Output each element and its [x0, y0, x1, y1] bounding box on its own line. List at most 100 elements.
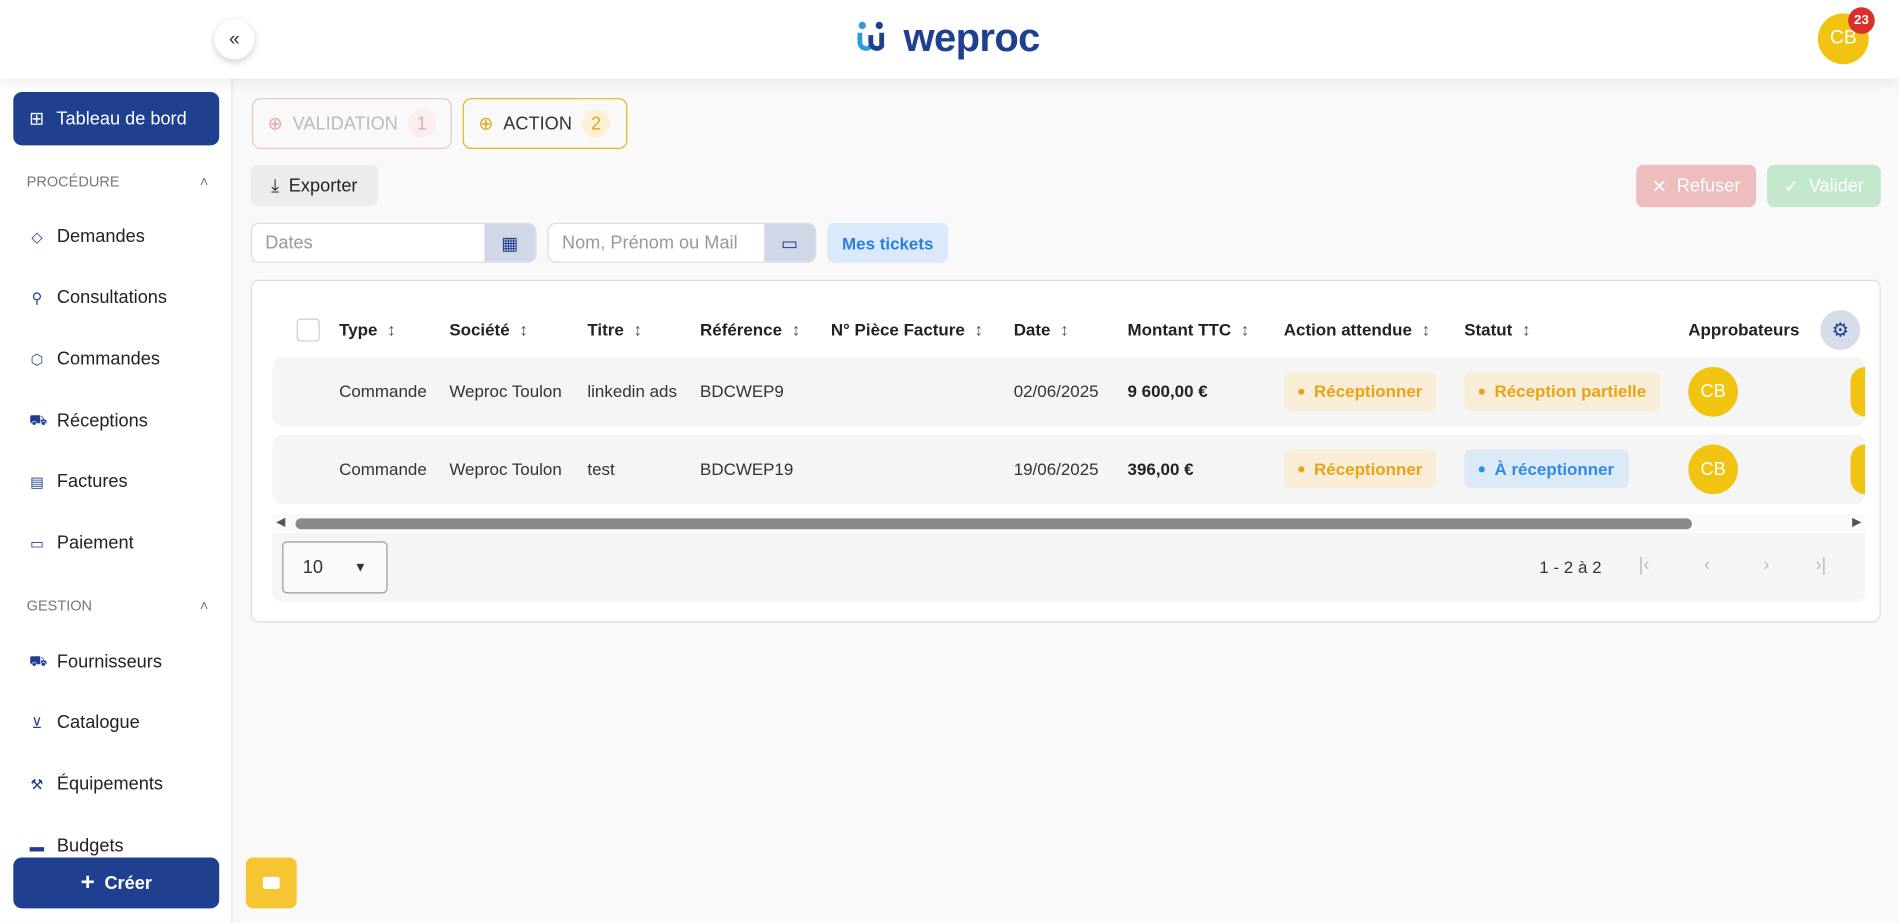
sidebar-item-equipements[interactable]: ⚒ Équipements: [29, 774, 163, 795]
action-chip: Réceptionner: [1283, 449, 1437, 489]
last-page-icon[interactable]: ›|: [1815, 555, 1826, 576]
validate-button[interactable]: ✓ Valider: [1766, 164, 1881, 208]
chat-icon: [262, 876, 280, 889]
calendar-icon[interactable]: ▦: [484, 224, 536, 262]
label: Date: [1013, 319, 1051, 340]
cell-date: 02/06/2025: [1013, 381, 1099, 401]
cell-company: Weproc Toulon: [449, 459, 562, 479]
plus-icon: +: [80, 868, 95, 896]
sort-icon: ↕: [387, 319, 396, 340]
select-all-checkbox[interactable]: [296, 318, 320, 342]
section-procedure[interactable]: PROCÉDURE ˄: [27, 173, 209, 190]
approver-avatar[interactable]: CB: [1688, 444, 1738, 495]
label: Réceptionner: [1314, 459, 1423, 479]
sort-icon: ↕: [1240, 319, 1250, 340]
name-search-input[interactable]: Nom, Prénom ou Mail ▭: [547, 222, 817, 263]
status-badge: Réception partielle: [1464, 371, 1661, 411]
prev-page-icon[interactable]: ‹: [1704, 555, 1710, 576]
tab-action[interactable]: ⊕ ACTION 2: [462, 98, 628, 149]
scroll-right-icon[interactable]: ▶: [1852, 516, 1861, 529]
dashboard-icon: ⊞: [29, 108, 45, 130]
column-header-status[interactable]: Statut ↕: [1464, 320, 1530, 339]
cell-reference: BDCWEP19: [700, 459, 794, 479]
file-icon: ▤: [30, 472, 44, 490]
horizontal-scrollbar[interactable]: ◀ ▶: [272, 513, 1866, 533]
my-tickets-button[interactable]: Mes tickets: [827, 222, 949, 263]
create-button[interactable]: + Créer: [13, 857, 220, 909]
label: Créer: [104, 872, 152, 894]
search-icon: ⚲: [31, 288, 43, 306]
sidebar-item-commandes[interactable]: ⬡ Commandes: [29, 349, 160, 370]
sort-icon: ↕: [519, 319, 528, 340]
export-button[interactable]: ⤓ Exporter: [250, 164, 378, 206]
section-title: GESTION: [26, 597, 93, 615]
scroll-left-icon[interactable]: ◀: [276, 516, 285, 529]
label: Exporter: [288, 175, 358, 196]
table-row[interactable]: Commande Weproc Toulon test BDCWEP19 19/…: [272, 434, 1866, 504]
section-title: PROCÉDURE: [26, 173, 120, 191]
cell-type: Commande: [339, 459, 427, 479]
sidebar-item-budgets[interactable]: ▬ Budgets: [29, 836, 124, 857]
label: Statut: [1464, 319, 1513, 340]
brand-name: weproc: [903, 14, 1040, 60]
gear-icon[interactable]: ⚙: [1820, 310, 1861, 351]
label: Référence: [700, 319, 783, 340]
label: Paiement: [56, 532, 134, 554]
label: Approbateurs: [1688, 319, 1800, 340]
scrollbar-thumb[interactable]: [295, 518, 1692, 530]
sidebar-item-factures[interactable]: ▤ Factures: [29, 471, 128, 492]
page-size-select[interactable]: 10 ▼: [282, 541, 388, 594]
orders-table: Type ↕ Société ↕ Titre ↕ Référence ↕ N° Pièc…: [250, 279, 1881, 623]
sort-icon: ↕: [1421, 319, 1431, 340]
label: Type: [339, 319, 378, 340]
wallet-icon: ▬: [29, 837, 45, 855]
column-header-invoice[interactable]: N° Pièce Facture ↕: [831, 320, 983, 339]
chevron-up-icon: ˄: [199, 173, 209, 191]
tab-validation[interactable]: ⊕ VALIDATION 1: [251, 98, 452, 149]
next-page-icon[interactable]: ›: [1763, 555, 1769, 576]
label: Budgets: [56, 835, 124, 857]
dates-input[interactable]: Dates ▦: [250, 222, 537, 263]
logo[interactable]: weproc: [855, 15, 1040, 61]
sidebar-item-catalogue[interactable]: ⊻ Catalogue: [29, 712, 140, 733]
circle-arrow-icon: ⊕: [478, 113, 494, 135]
column-header-date[interactable]: Date ↕: [1014, 320, 1069, 339]
sidebar-item-paiement[interactable]: ▭ Paiement: [29, 533, 134, 554]
cell-reference: BDCWEP9: [700, 381, 784, 401]
tag-icon: ◇: [31, 228, 43, 246]
sidebar-item-fournisseurs[interactable]: ⛟ Fournisseurs: [29, 652, 162, 673]
sort-icon: ↕: [974, 319, 983, 340]
folder-icon[interactable]: ▭: [764, 224, 816, 262]
cell-title: linkedin ads: [587, 381, 677, 401]
caret-down-icon: ▼: [353, 560, 367, 575]
sort-icon: ↕: [1521, 319, 1531, 340]
chat-button[interactable]: [245, 857, 297, 909]
dot-icon: [1478, 388, 1485, 395]
column-header-reference[interactable]: Référence ↕: [700, 320, 800, 339]
collapse-sidebar-button[interactable]: «: [214, 19, 255, 60]
cell-type: Commande: [339, 381, 427, 401]
column-header-title[interactable]: Titre ↕: [587, 320, 642, 339]
tab-count: 2: [581, 108, 611, 139]
sidebar-item-receptions[interactable]: ⛟ Réceptions: [29, 411, 148, 432]
cell-amount: 9 600,00 €: [1127, 381, 1208, 401]
column-header-company[interactable]: Société ↕: [449, 320, 527, 339]
cell-company: Weproc Toulon: [449, 381, 562, 401]
column-header-amount[interactable]: Montant TTC ↕: [1128, 320, 1250, 339]
cart-icon: ⊻: [31, 713, 43, 731]
weproc-logo-icon: [857, 21, 885, 51]
table-row[interactable]: Commande Weproc Toulon linkedin ads BDCW…: [272, 357, 1866, 427]
column-header-type[interactable]: Type ↕: [339, 320, 395, 339]
column-header-action[interactable]: Action attendue ↕: [1284, 320, 1430, 339]
tab-label: ACTION: [503, 113, 572, 134]
action-chip: Réceptionner: [1283, 371, 1437, 411]
first-page-icon[interactable]: |‹: [1639, 555, 1650, 576]
sidebar-item-demandes[interactable]: ◇ Demandes: [29, 226, 144, 247]
sidebar-item-consultations[interactable]: ⚲ Consultations: [29, 287, 167, 308]
sidebar-item-dashboard[interactable]: ⊞ Tableau de bord: [13, 92, 220, 146]
refuse-button[interactable]: ✕ Refuser: [1636, 164, 1757, 208]
label: Société: [449, 319, 510, 340]
section-gestion[interactable]: GESTION ˄: [27, 597, 209, 614]
approver-avatar[interactable]: CB: [1688, 366, 1738, 417]
label: Réceptionner: [1314, 381, 1423, 401]
